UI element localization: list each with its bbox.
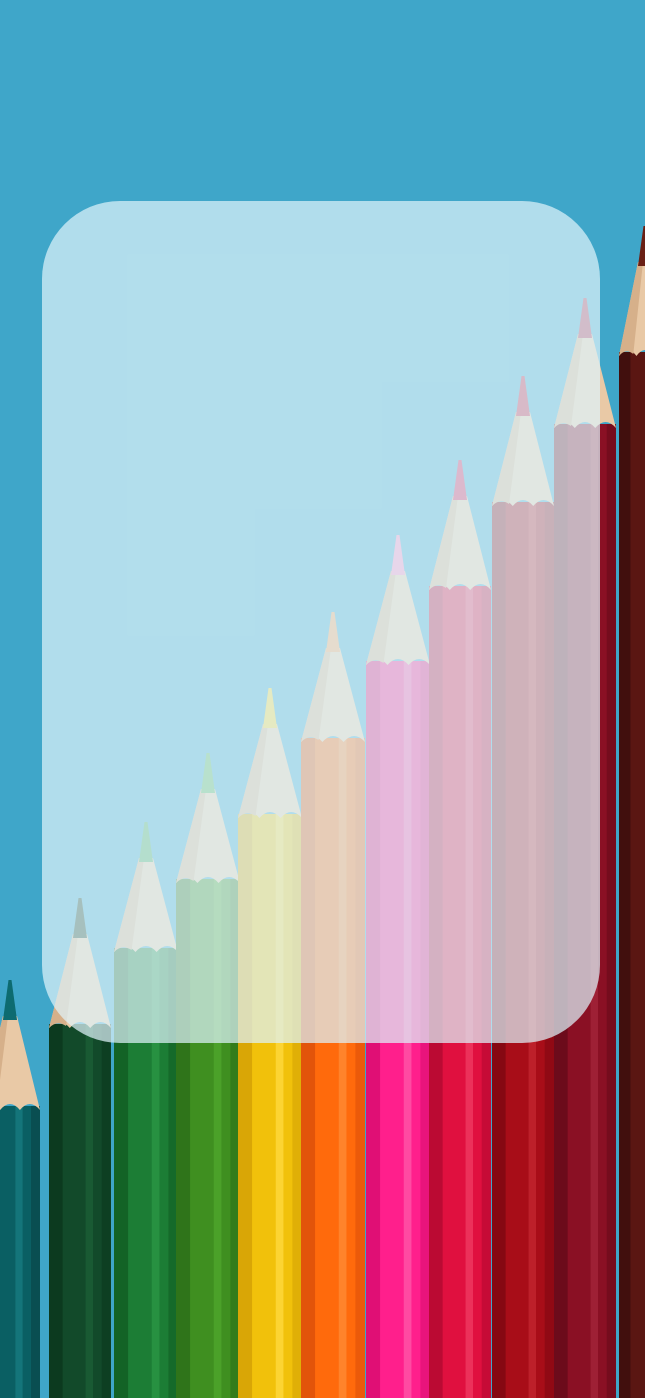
- pencil-facet-dark: [606, 424, 616, 1398]
- pencil-facet-dark: [101, 1024, 111, 1398]
- pencil-brown: [619, 226, 645, 1398]
- pencil-facet-dark: [619, 352, 631, 1398]
- pencil-facet-light: [15, 1106, 23, 1398]
- pencil-facet-dark: [49, 1024, 63, 1398]
- pencil-facet-dark: [31, 1106, 40, 1398]
- frosted-card: [42, 201, 600, 1043]
- screen: [0, 0, 645, 1398]
- pencil-facet-light: [85, 1024, 94, 1398]
